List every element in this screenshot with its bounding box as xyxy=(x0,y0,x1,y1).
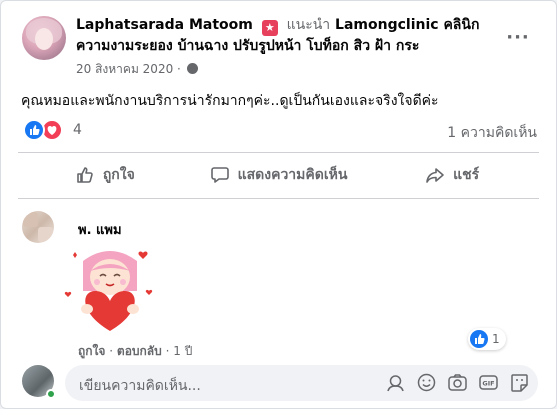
share-button[interactable]: แชร์ xyxy=(365,156,539,194)
thumb-up-icon xyxy=(77,167,93,183)
post-actions: ถูกใจ แสดงความคิดเห็น แชร์ xyxy=(18,156,539,194)
comment-reaction-count: 1 xyxy=(492,332,500,346)
sticker-button[interactable] xyxy=(509,372,530,393)
post-card: Laphatsarada Matoom ★ แนะนำ Lamongclinic… xyxy=(0,0,557,409)
commenter-name[interactable]: พ. แพม xyxy=(78,219,122,240)
meta-separator: · xyxy=(165,344,170,358)
divider xyxy=(18,198,539,199)
recommend-label: แนะนำ xyxy=(286,17,331,33)
divider xyxy=(18,152,539,153)
post-date[interactable]: 20 สิงหาคม 2020 · xyxy=(76,62,181,76)
online-status-dot xyxy=(46,389,56,399)
recommend-icon: ★ xyxy=(261,20,278,36)
like-button[interactable]: ถูกใจ xyxy=(18,156,192,194)
meta-separator: · xyxy=(109,344,114,358)
more-icon[interactable]: ··· xyxy=(503,23,533,53)
sticker-icon xyxy=(511,374,528,392)
comment-reply-link[interactable]: ตอบกลับ xyxy=(117,344,162,358)
photo-button[interactable] xyxy=(447,372,468,393)
gif-icon: GIF xyxy=(479,375,498,390)
author-name[interactable]: Laphatsarada Matoom xyxy=(76,17,253,33)
comment-input[interactable]: เขียนความคิดเห็น... GIF xyxy=(65,365,538,401)
avatar-icon xyxy=(387,375,404,392)
avatar-sticker-button[interactable] xyxy=(385,372,406,393)
comment-icon xyxy=(210,167,229,183)
emoji-icon xyxy=(417,373,436,392)
composer-icons: GIF xyxy=(385,372,530,393)
author-avatar[interactable] xyxy=(22,16,66,60)
like-reaction-icon xyxy=(23,119,45,141)
svg-text:GIF: GIF xyxy=(482,380,494,388)
like-label: ถูกใจ xyxy=(102,167,135,183)
comment-count[interactable]: 1 ความคิดเห็น xyxy=(447,122,537,144)
like-reaction-icon xyxy=(470,330,488,348)
comment-reaction-badge[interactable]: 1 xyxy=(468,328,506,350)
emoji-button[interactable] xyxy=(416,372,437,393)
comment-meta: ถูกใจ · ตอบกลับ · 1 ปี xyxy=(78,342,192,361)
post-meta: 20 สิงหาคม 2020 · xyxy=(76,60,198,79)
post-header-title: Laphatsarada Matoom ★ แนะนำ Lamongclinic… xyxy=(76,15,491,56)
share-icon xyxy=(426,168,444,183)
avatar-sticker-icon xyxy=(63,241,157,335)
comment-like-link[interactable]: ถูกใจ xyxy=(78,344,105,358)
comment-time[interactable]: 1 ปี xyxy=(173,344,192,358)
camera-icon xyxy=(448,374,467,391)
comment-input-placeholder: เขียนความคิดเห็น... xyxy=(79,378,201,394)
gif-button[interactable]: GIF xyxy=(478,372,499,393)
share-label: แชร์ xyxy=(453,167,480,183)
commenter-avatar[interactable] xyxy=(22,211,54,243)
post-text: คุณหมอและพนักงานบริการน่ารักมากๆค่ะ..ดูเ… xyxy=(21,93,439,109)
comment-button[interactable]: แสดงความคิดเห็น xyxy=(192,156,366,194)
globe-icon xyxy=(186,63,198,74)
comment-label: แสดงความคิดเห็น xyxy=(237,167,348,183)
reaction-count[interactable]: 4 xyxy=(73,122,82,138)
